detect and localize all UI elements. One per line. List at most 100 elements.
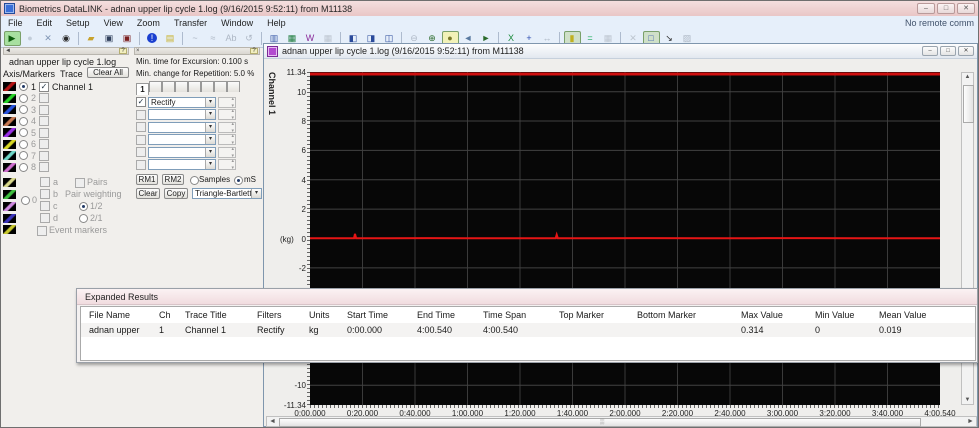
channel-checkbox-1[interactable]: ✓ (39, 82, 49, 92)
channel-radio-8[interactable] (19, 163, 28, 172)
menu-item-zoom[interactable]: Zoom (130, 18, 167, 28)
scroll-down-icon[interactable]: ▼ (962, 397, 973, 403)
marker-checkbox-a[interactable]: ✓ (40, 177, 50, 187)
filter-dropdown[interactable]: ▾ (148, 159, 216, 170)
maximize-button[interactable]: □ (937, 3, 955, 14)
chart-restore-button[interactable]: □ (940, 46, 956, 56)
channel-radio-2[interactable] (19, 94, 28, 103)
channel-checkbox-2[interactable]: ✓ (39, 93, 49, 103)
help-button[interactable]: ? (119, 48, 127, 54)
chevron-down-icon[interactable]: ▾ (205, 160, 215, 169)
clear-button[interactable]: Clear (136, 188, 160, 199)
pairs-checkbox[interactable]: ✓ (75, 178, 85, 188)
horizontal-scrollbar[interactable]: ◄ ► (266, 416, 977, 427)
channel-radio-6[interactable] (19, 140, 28, 149)
filter-spinner[interactable] (218, 134, 236, 145)
record-button[interactable]: ◉ (58, 31, 75, 46)
channel-checkbox-6[interactable]: ✓ (39, 139, 49, 149)
marker-checkbox-b[interactable]: ✓ (40, 189, 50, 199)
help-button[interactable]: ? (250, 48, 258, 54)
filter-checkbox[interactable]: ✓ (136, 110, 146, 120)
title-bar[interactable]: Biometrics DataLINK - adnan upper lip cy… (1, 1, 978, 17)
tab-blank[interactable] (175, 81, 188, 92)
filter-spinner[interactable] (218, 122, 236, 133)
filter-dropdown[interactable]: Rectify▾ (148, 97, 216, 108)
chevron-down-icon[interactable]: ▾ (205, 110, 215, 119)
filter-checkbox[interactable]: ✓ (136, 135, 146, 145)
clear-all-button[interactable]: Clear All (87, 67, 129, 78)
filter-spinner[interactable] (218, 147, 236, 158)
weight-half-radio[interactable] (79, 202, 88, 211)
vertical-scroll-thumb[interactable] (963, 85, 974, 123)
chevron-down-icon[interactable]: ▾ (205, 135, 215, 144)
scroll-up-icon[interactable]: ▲ (962, 74, 973, 80)
minimize-button[interactable]: – (917, 3, 935, 14)
samples-radio[interactable] (190, 176, 199, 185)
channel-radio-1[interactable] (19, 82, 28, 91)
tab-blank[interactable] (188, 81, 201, 92)
filter-spinner[interactable] (218, 159, 236, 170)
copy-button[interactable]: Copy (164, 188, 188, 199)
channel-checkbox-4[interactable]: ✓ (39, 116, 49, 126)
filter-checkbox[interactable]: ✓ (136, 160, 146, 170)
menu-item-view[interactable]: View (97, 18, 130, 28)
panel-collapse-icon[interactable]: ◄ (5, 48, 11, 54)
axis-0-radio[interactable] (21, 196, 30, 205)
ms-radio[interactable] (234, 176, 243, 185)
chevron-down-icon[interactable]: ▾ (251, 189, 261, 198)
filter-dropdown[interactable]: ▾ (148, 134, 216, 145)
tab-1[interactable]: 1 (136, 83, 149, 95)
chart-minimize-button[interactable]: – (922, 46, 938, 56)
tab-blank[interactable] (201, 81, 214, 92)
filter-dropdown[interactable]: ▾ (148, 147, 216, 158)
tab-blank[interactable] (227, 81, 240, 92)
scroll-right-icon[interactable]: ► (965, 417, 976, 427)
chart-window-title-bar[interactable]: adnan upper lip cycle 1.log (9/16/2015 9… (264, 44, 977, 59)
info-button[interactable]: ! (144, 31, 161, 46)
tab-blank[interactable] (162, 81, 175, 92)
capture-button[interactable]: ▶ (4, 31, 21, 46)
note-button[interactable]: ▤ (162, 31, 179, 46)
rm1-button[interactable]: RM1 (136, 174, 158, 185)
tab-blank[interactable] (149, 81, 162, 92)
menu-item-window[interactable]: Window (214, 18, 260, 28)
channel-radio-4[interactable] (19, 117, 28, 126)
filter-dropdown[interactable]: ▾ (148, 109, 216, 120)
filter-spinner[interactable] (218, 109, 236, 120)
weight-double-radio[interactable] (79, 214, 88, 223)
rm2-button[interactable]: RM2 (162, 174, 184, 185)
repetition-value[interactable]: 5.0 (234, 69, 245, 78)
channel-checkbox-3[interactable]: ✓ (39, 105, 49, 115)
stop-link-button[interactable]: ✕ (40, 31, 57, 46)
open-file-button[interactable]: ▰ (83, 31, 100, 46)
chevron-down-icon[interactable]: ▾ (205, 123, 215, 132)
expanded-results-title-bar[interactable]: Expanded Results (77, 289, 977, 305)
horizontal-scroll-thumb[interactable] (279, 418, 921, 427)
marker-checkbox-d[interactable]: ✓ (40, 213, 50, 223)
filter-spinner[interactable] (218, 97, 236, 108)
menu-item-file[interactable]: File (1, 18, 30, 28)
channel-radio-5[interactable] (19, 128, 28, 137)
tab-blank[interactable] (214, 81, 227, 92)
marker-checkbox-c[interactable]: ✓ (40, 201, 50, 211)
event-markers-checkbox[interactable]: ✓ (37, 226, 47, 236)
menu-item-transfer[interactable]: Transfer (167, 18, 214, 28)
panel-close-icon[interactable]: × (136, 48, 140, 54)
excursion-value[interactable]: 0.100 (222, 57, 242, 66)
chevron-down-icon[interactable]: ▾ (205, 98, 215, 107)
menu-item-edit[interactable]: Edit (30, 18, 60, 28)
channel-checkbox-8[interactable]: ✓ (39, 162, 49, 172)
scroll-left-icon[interactable]: ◄ (267, 417, 278, 427)
filter-checkbox[interactable]: ✓ (136, 147, 146, 157)
channel-checkbox-7[interactable]: ✓ (39, 151, 49, 161)
save-button[interactable]: ▣ (101, 31, 118, 46)
channel-radio-7[interactable] (19, 151, 28, 160)
save-as-button[interactable]: ▣ (119, 31, 136, 46)
trace-panel-header[interactable]: ◄ ? (3, 47, 129, 55)
analysis-panel-header[interactable]: × ? (134, 47, 260, 55)
menu-item-help[interactable]: Help (260, 18, 293, 28)
chevron-down-icon[interactable]: ▾ (205, 148, 215, 157)
filter-dropdown[interactable]: ▾ (148, 122, 216, 133)
chart-close-button[interactable]: ✕ (958, 46, 974, 56)
menu-item-setup[interactable]: Setup (59, 18, 97, 28)
